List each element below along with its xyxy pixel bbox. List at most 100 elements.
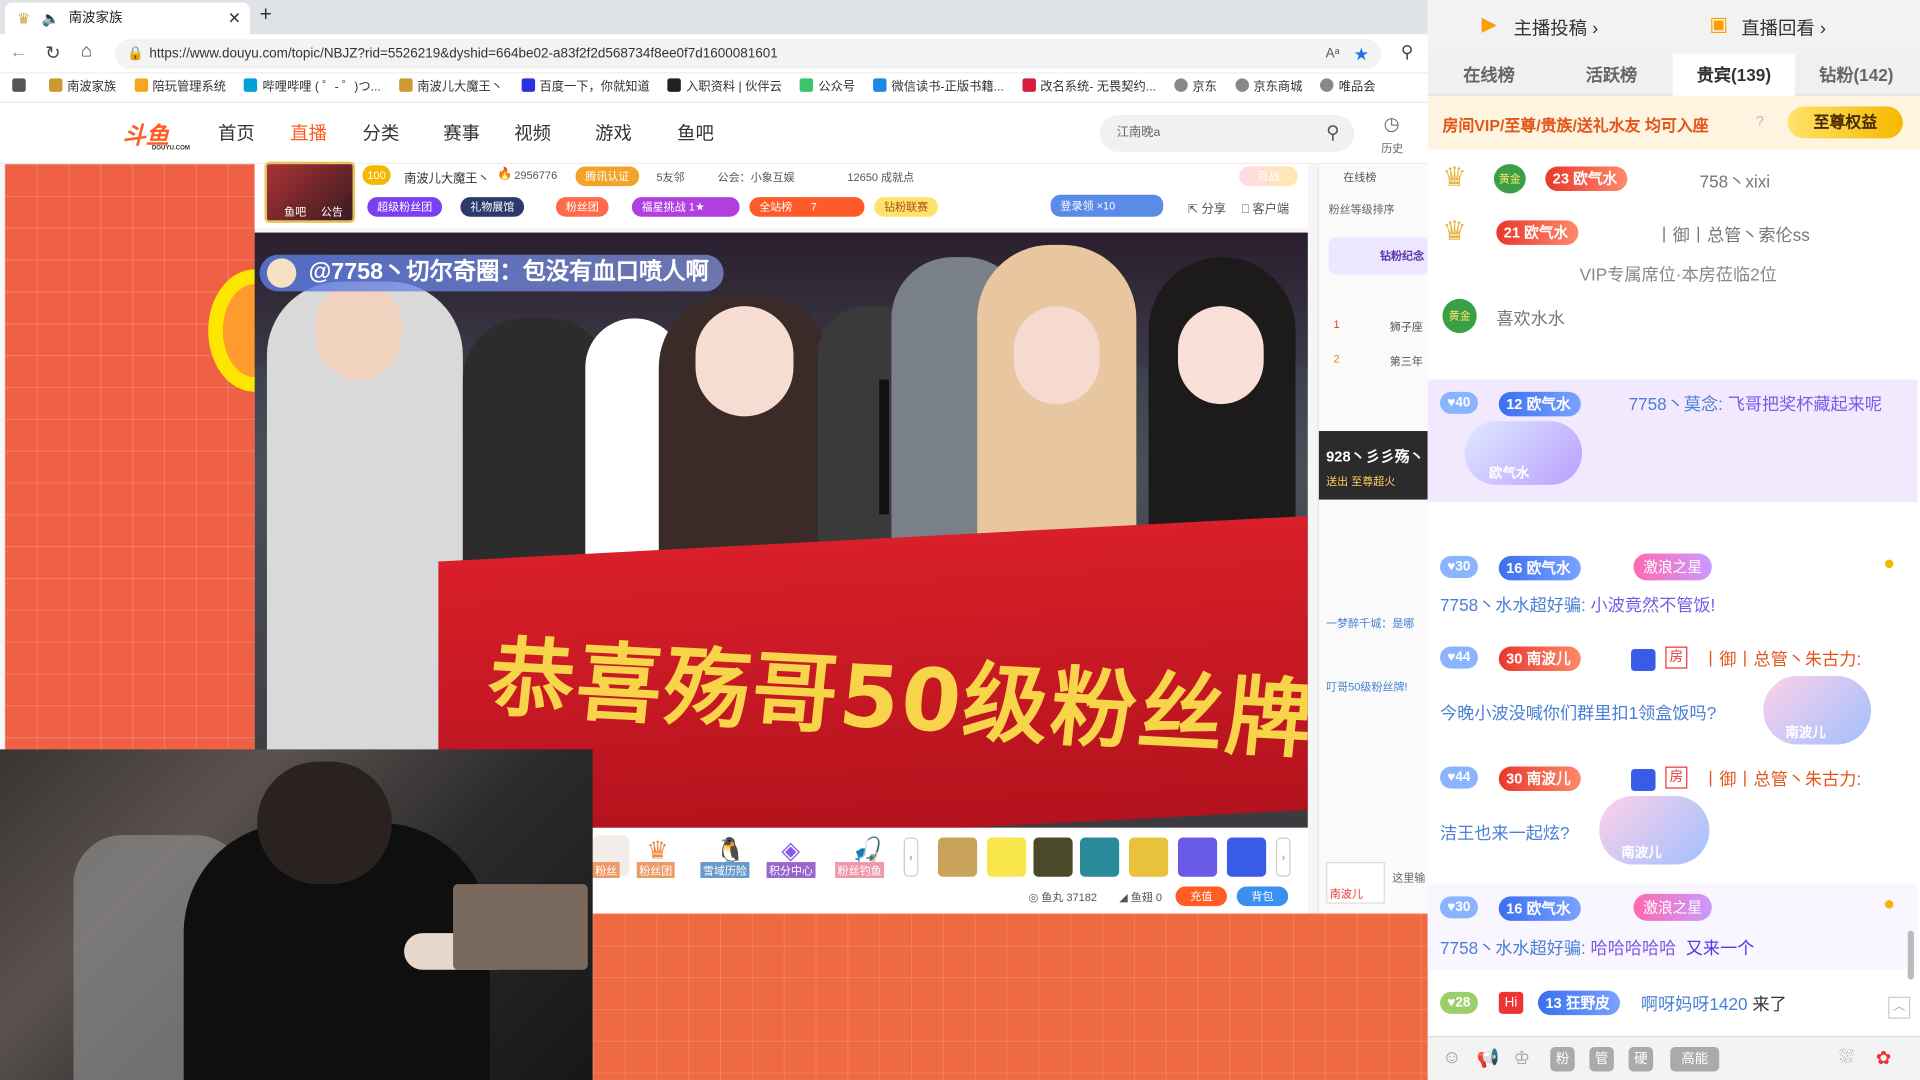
chat-scrollbar[interactable] xyxy=(1907,930,1914,980)
bookmark-11[interactable]: 唯品会 xyxy=(1320,73,1376,101)
emoji-icon[interactable]: ☺ xyxy=(1442,1047,1461,1068)
tag-fan-club[interactable]: 粉丝团 xyxy=(555,197,609,217)
reload-icon[interactable]: ↻ xyxy=(45,42,60,64)
gift-fan[interactable]: 粉丝 xyxy=(592,835,630,878)
bookmarks-folder-icon[interactable] xyxy=(12,73,30,101)
nav-games[interactable]: 游戏 xyxy=(595,120,632,146)
gift-points-center[interactable]: ◈ 积分中心 xyxy=(766,835,821,878)
login-reward-button[interactable]: 登录领 ×10 xyxy=(1050,194,1164,217)
bookmark-9[interactable]: 京东 xyxy=(1174,73,1217,101)
gift-flower-icon[interactable]: ✿ xyxy=(1876,1047,1891,1069)
rank-1-name[interactable]: 狮子座 xyxy=(1390,318,1423,334)
bookmark-6[interactable]: 公众号 xyxy=(799,73,855,101)
baizhan-badge[interactable]: 百战 xyxy=(1239,166,1298,187)
gift-item-5[interactable] xyxy=(1128,837,1169,877)
tab-online-rank[interactable]: 在线榜 xyxy=(1428,54,1550,96)
back-icon[interactable]: ← xyxy=(10,42,28,63)
nav-live[interactable]: 直播 xyxy=(290,120,327,146)
gift-item-2[interactable] xyxy=(986,837,1027,877)
chat-user[interactable]: 丨御丨总管丶朱古力: xyxy=(1702,647,1861,671)
gift-item-7[interactable] xyxy=(1226,837,1267,877)
tag-site-rank[interactable]: 全站榜 7 xyxy=(749,197,865,217)
rank-2-name[interactable]: 第三年 xyxy=(1390,353,1423,369)
tag-diamond-league[interactable]: 钻粉联赛 xyxy=(874,197,938,217)
bookmark-3[interactable]: 南波儿大魔王丶 xyxy=(398,73,503,101)
tag-gift-hall[interactable]: 礼物展馆 xyxy=(460,197,525,217)
recharge-button[interactable]: 充值 xyxy=(1175,886,1227,907)
bookmark-8[interactable]: 改名系统- 无畏契约... xyxy=(1021,73,1156,101)
bookmark-10[interactable]: 京东商城 xyxy=(1234,73,1302,101)
search-icon[interactable]: ⚲ xyxy=(1401,42,1414,63)
new-tab-icon[interactable]: + xyxy=(260,2,272,26)
gift-fan-club[interactable]: ♛ 粉丝团 xyxy=(636,835,681,878)
anchor-name[interactable]: 南波儿大魔王丶 xyxy=(404,168,490,186)
gift-scroll-left[interactable]: ‹ xyxy=(903,837,919,877)
anchor-submit-link[interactable]: 主播投稿 › xyxy=(1513,15,1598,41)
live-video[interactable]: 恭喜殇哥50级粉丝牌！ @7758丶切尔奇圈：包没有血口喷人啊 xyxy=(254,232,1308,828)
gift-item-3[interactable] xyxy=(1033,837,1073,877)
client-button[interactable]: ⎕ 客户端 xyxy=(1242,198,1289,216)
gift-item-4[interactable] xyxy=(1080,837,1120,877)
bookmark-7[interactable]: 微信读书-正版书籍... xyxy=(873,73,1004,101)
nav-video[interactable]: 视频 xyxy=(514,120,551,146)
bookmark-4[interactable]: 百度一下，你就知道 xyxy=(521,73,650,101)
scroll-top-icon[interactable]: ︿ xyxy=(1888,996,1911,1019)
bookmark-1[interactable]: 陪玩管理系统 xyxy=(134,73,226,101)
nav-home[interactable]: 首页 xyxy=(218,120,255,146)
gift-fan-fishing[interactable]: 🎣 粉丝钓鱼 xyxy=(835,835,894,878)
diamond-banner[interactable]: 钻粉纪念 xyxy=(1328,237,1428,275)
history-icon[interactable]: ◷ xyxy=(1384,113,1400,135)
favorite-star-icon[interactable]: ★ xyxy=(1354,39,1369,68)
gift-item-1[interactable] xyxy=(937,837,978,877)
tag-fuxing[interactable]: 福星挑战 1★ xyxy=(631,197,740,217)
vip-seat-row[interactable]: ♛ 黄金 23 欧气水 758丶xixi xyxy=(1428,157,1918,201)
rank-sort-label[interactable]: 粉丝等级排序 xyxy=(1329,201,1395,217)
vip-seat-row[interactable]: 黄金 喜欢水水 xyxy=(1428,294,1918,338)
tag-super-fan[interactable]: 超级粉丝团 xyxy=(367,197,443,217)
bookmark-2[interactable]: 哔哩哔哩 ( ゜- ゜)つ... xyxy=(244,73,381,101)
horn-icon[interactable]: 📢 xyxy=(1477,1047,1500,1069)
chat-user[interactable]: 丨御丨总管丶朱古力: xyxy=(1702,767,1861,791)
gift-snow-adventure[interactable]: 🐧 雪域历险 xyxy=(700,835,754,878)
gift-item-6[interactable] xyxy=(1177,837,1218,877)
url-field[interactable]: 🔒 https://www.douyu.com/topic/NBJZ?rid=5… xyxy=(115,39,1382,69)
read-aloud-icon[interactable]: Aᵃ xyxy=(1326,39,1340,68)
fan-badge-card[interactable]: 南波儿 xyxy=(1326,862,1385,904)
gift-scroll-right[interactable]: › xyxy=(1275,837,1291,877)
tab-vip[interactable]: 贵宾(139) xyxy=(1672,53,1796,96)
bookmark-0[interactable]: 南波家族 xyxy=(48,73,116,101)
fishbar-label[interactable]: 鱼吧 xyxy=(284,203,306,219)
vip-seat-row[interactable]: ♛ 21 欧气水 丨御丨总管丶索伦ss xyxy=(1428,211,1918,255)
close-tab-icon[interactable]: ✕ xyxy=(228,2,241,34)
home-icon[interactable]: ⌂ xyxy=(81,40,92,61)
tab-diamond-fans[interactable]: 钻粉(142) xyxy=(1795,54,1917,96)
anchor-avatar[interactable]: 鱼吧 公告 xyxy=(264,161,356,223)
chat-input-placeholder[interactable]: 这里输 xyxy=(1392,869,1425,885)
tab-active-rank[interactable]: 活跃榜 xyxy=(1550,54,1672,96)
filter-icon[interactable]: ⛆ xyxy=(1839,1047,1854,1068)
browser-tab[interactable]: ♛ 🔈 南波家族 ✕ xyxy=(4,2,250,35)
share-button[interactable]: ⇱ 分享 xyxy=(1188,198,1226,216)
help-icon[interactable]: ? xyxy=(1756,113,1764,130)
nav-fishbar[interactable]: 鱼吧 xyxy=(677,120,714,146)
search-icon[interactable]: ⚲ xyxy=(1326,115,1339,152)
speaker-icon[interactable]: 🔈 xyxy=(42,2,60,34)
seat-user-name[interactable]: 喜欢水水 xyxy=(1496,306,1565,330)
bookmark-5[interactable]: 入职资料 | 伙伴云 xyxy=(667,73,782,101)
site-search-input[interactable]: 江南晚a ⚲ xyxy=(1099,115,1355,152)
fan-toolbar-button[interactable]: 粉 xyxy=(1550,1046,1575,1072)
backpack-button[interactable]: 背包 xyxy=(1236,886,1289,907)
seat-user-name[interactable]: 丨御丨总管丶索伦ss xyxy=(1656,223,1810,247)
supreme-rights-button[interactable]: 至尊权益 xyxy=(1787,106,1903,139)
replay-link[interactable]: 直播回看 › xyxy=(1741,15,1826,41)
notice-label[interactable]: 公告 xyxy=(321,203,343,219)
nav-events[interactable]: 赛事 xyxy=(443,120,480,146)
manage-toolbar-button[interactable]: 管 xyxy=(1589,1046,1614,1072)
crown-outline-icon[interactable]: ♔ xyxy=(1513,1047,1529,1069)
nav-category[interactable]: 分类 xyxy=(362,120,399,146)
high-energy-button[interactable]: 高能 xyxy=(1670,1046,1720,1072)
seat-user-name[interactable]: 758丶xixi xyxy=(1700,169,1771,193)
guild-info[interactable]: 公会：小象互娱 xyxy=(718,169,795,185)
hard-toolbar-button[interactable]: 硬 xyxy=(1628,1046,1654,1072)
achievement-points[interactable]: 12650 成就点 xyxy=(847,169,914,185)
